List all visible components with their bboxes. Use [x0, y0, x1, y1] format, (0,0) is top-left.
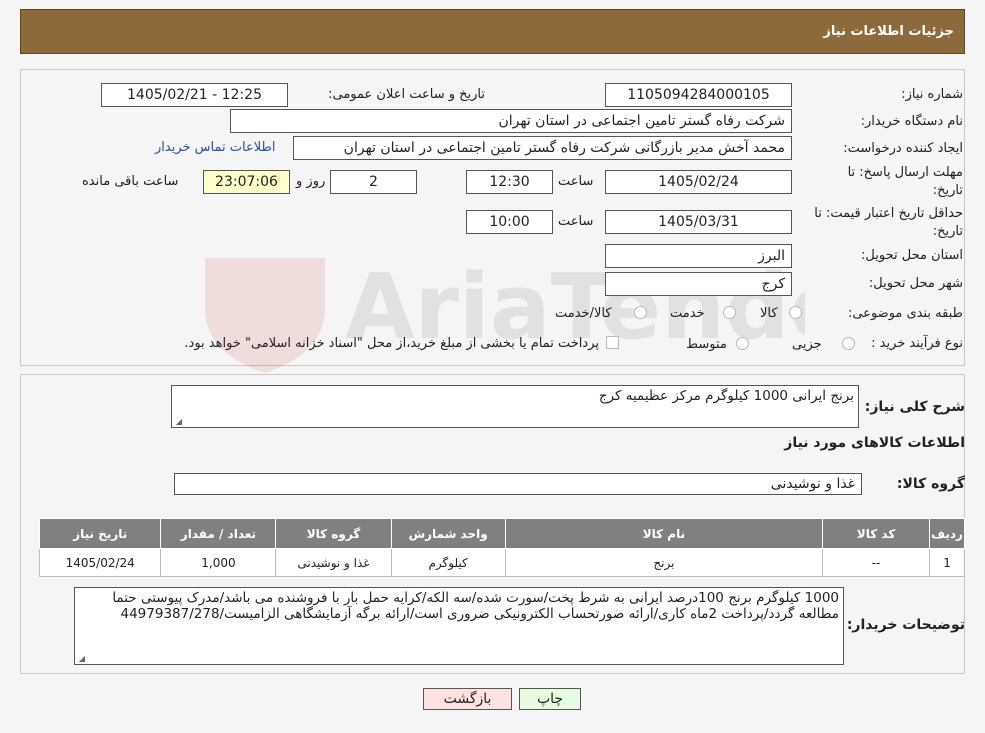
need-number-label: شماره نیاز: [901, 87, 963, 102]
process-option-medium: متوسط [686, 337, 727, 352]
requester-label: ایجاد کننده درخواست: [843, 141, 963, 156]
cell-code: -- [822, 548, 931, 577]
validity-time-field: 10:00 [466, 210, 553, 234]
cell-unit: کیلوگرم [390, 548, 506, 577]
buyer-org-field: شرکت رفاه گستر تامین اجتماعی در استان ته… [230, 109, 792, 133]
goods-table: ردیف کد کالا نام کالا واحد شمارش گروه کا… [38, 518, 965, 577]
process-option-minor: جزیی [792, 337, 822, 352]
th-group: گروه کالا [275, 518, 392, 549]
resize-handle-icon[interactable]: ◢ [174, 418, 182, 426]
city-field: کرج [605, 272, 792, 296]
days-label: روز و [296, 174, 326, 189]
category-option-service: خدمت [670, 306, 705, 321]
category-radio-service[interactable] [723, 306, 736, 319]
table-row: 1 -- برنج کیلوگرم غذا و نوشیدنی 1,000 14… [38, 548, 965, 577]
buyer-org-label: نام دستگاه خریدار: [860, 114, 963, 129]
summary-textarea: برنج ایرانی 1000 کیلوگرم مرکز عظیمیه کرج… [171, 385, 859, 428]
province-label: استان محل تحویل: [861, 248, 963, 263]
back-button[interactable]: بازگشت [423, 688, 512, 710]
summary-label: شرح کلی نیاز: [864, 399, 965, 415]
cell-name: برنج [504, 548, 824, 577]
cell-group: غذا و نوشیدنی [275, 548, 392, 577]
goods-group-label: گروه کالا: [896, 476, 965, 492]
cell-row: 1 [929, 548, 965, 577]
requester-field: محمد آخش مدیر بازرگانی شرکت رفاه گستر تا… [293, 136, 792, 160]
th-name: نام کالا [504, 518, 824, 549]
th-unit: واحد شمارش [390, 518, 506, 549]
process-label: نوع فرآیند خرید : [871, 336, 963, 351]
validity-label: حداقل تاریخ اعتبار قیمت: تا تاریخ: [814, 206, 963, 239]
cell-need-date: 1405/02/24 [38, 548, 162, 577]
summary-text: برنج ایرانی 1000 کیلوگرم مرکز عظیمیه کرج [598, 388, 854, 404]
deadline-date-field: 1405/02/24 [605, 170, 792, 194]
payment-note: پرداخت تمام یا بخشی از مبلغ خرید،از محل … [184, 336, 599, 351]
resize-handle-icon[interactable]: ◢ [77, 655, 85, 663]
print-button[interactable]: چاپ [519, 688, 581, 710]
th-code: کد کالا [822, 518, 931, 549]
deadline-time-label: ساعت [558, 174, 594, 189]
buyer-contact-link[interactable]: اطلاعات تماس خریدار [155, 140, 275, 155]
province-field: البرز [605, 244, 792, 268]
th-need-date: تاریخ نیاز [38, 518, 162, 549]
remaining-time-field: 23:07:06 [203, 170, 290, 194]
payment-checkbox[interactable] [606, 336, 619, 349]
buyer-notes-text: 1000 کیلوگرم برنج 100درصد ایرانی به شرط … [112, 590, 839, 622]
page-title: جزئیات اطلاعات نیاز [823, 24, 954, 39]
remaining-label: ساعت باقی مانده [82, 174, 179, 189]
page-header: جزئیات اطلاعات نیاز [20, 9, 965, 54]
category-radio-goods[interactable] [789, 306, 802, 319]
need-number-field: 1105094284000105 [605, 83, 792, 107]
deadline-label: مهلت ارسال پاسخ: تا تاریخ: [847, 165, 963, 198]
process-radio-medium[interactable] [736, 337, 749, 350]
deadline-time-field: 12:30 [466, 170, 553, 194]
category-radio-goods-service[interactable] [634, 306, 647, 319]
category-option-goods: کالا [760, 306, 778, 321]
process-radio-minor[interactable] [842, 337, 855, 350]
city-label: شهر محل تحویل: [868, 276, 963, 291]
validity-date-field: 1405/03/31 [605, 210, 792, 234]
announce-label: تاریخ و ساعت اعلان عمومی: [328, 87, 485, 102]
validity-time-label: ساعت [558, 214, 594, 229]
category-option-goods-service: کالا/خدمت [555, 306, 612, 321]
buyer-notes-label: توضیحات خریدار: [846, 617, 965, 633]
goods-info-title: اطلاعات کالاهای مورد نیاز [784, 435, 965, 451]
goods-group-field: غذا و نوشیدنی [174, 473, 862, 495]
announce-datetime-field: 1405/02/21 - 12:25 [101, 83, 288, 107]
th-quantity: تعداد / مقدار [160, 518, 277, 549]
table-header-row: ردیف کد کالا نام کالا واحد شمارش گروه کا… [38, 518, 965, 549]
days-field: 2 [330, 170, 417, 194]
category-label: طبقه بندی موضوعی: [847, 306, 963, 321]
th-row: ردیف [929, 518, 965, 549]
buyer-notes-textarea: 1000 کیلوگرم برنج 100درصد ایرانی به شرط … [74, 587, 844, 665]
cell-quantity: 1,000 [160, 548, 277, 577]
